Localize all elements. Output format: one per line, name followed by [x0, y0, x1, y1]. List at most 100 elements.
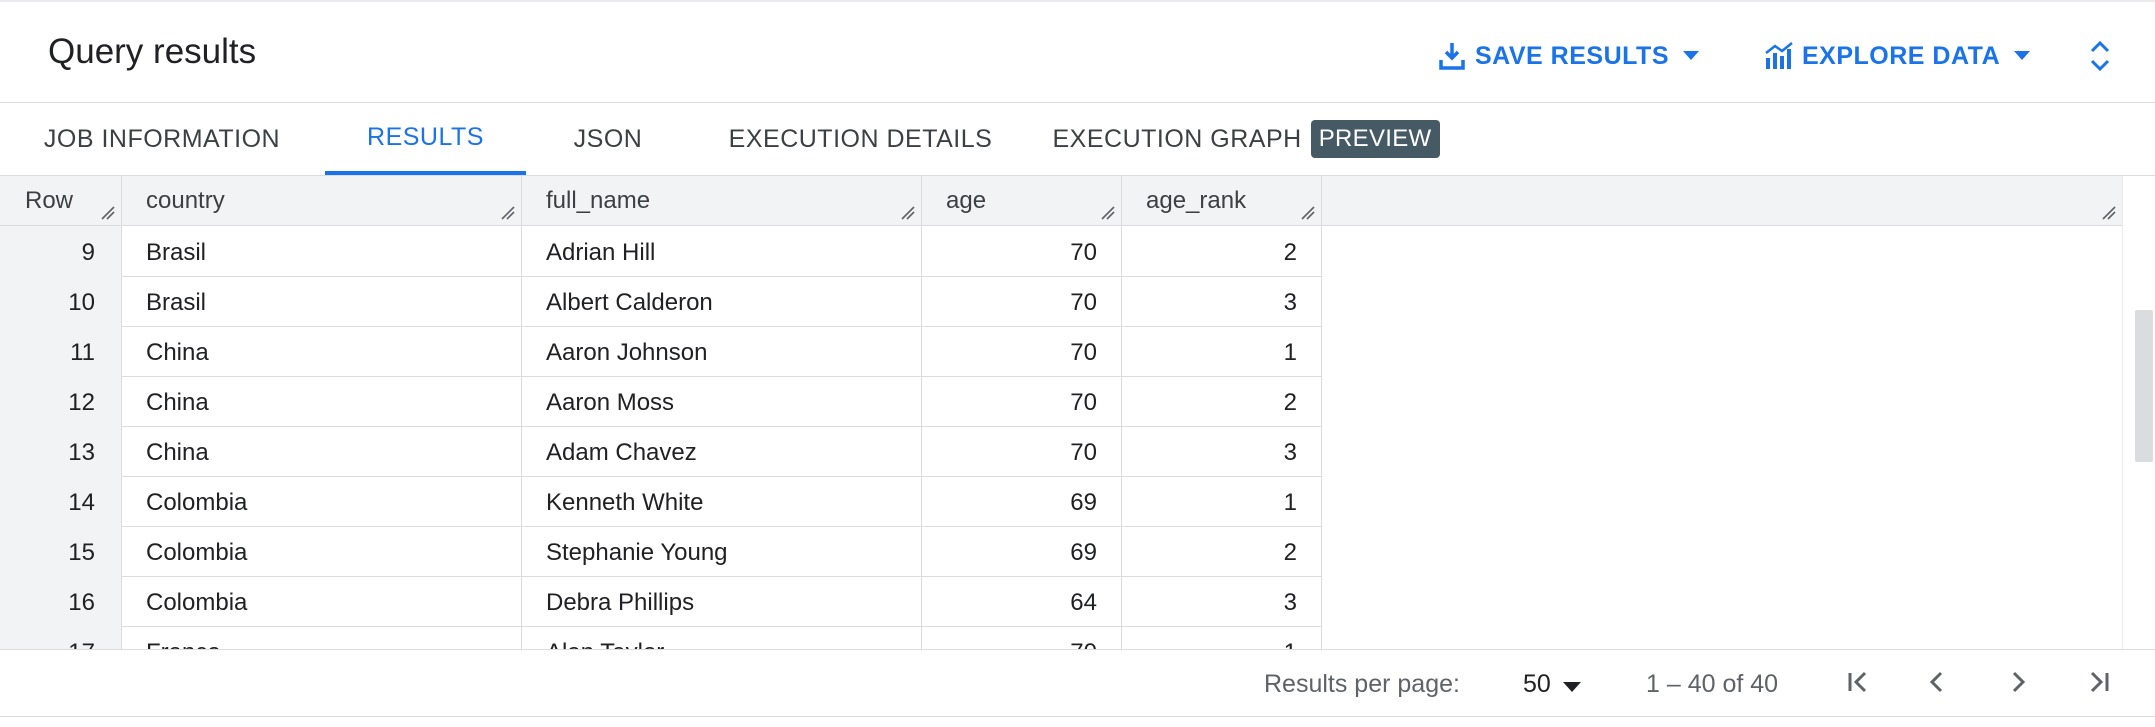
table-row[interactable]: 13 China Adam Chavez 70 3 [0, 426, 1322, 477]
country-cell[interactable]: Colombia [122, 476, 522, 526]
row-number-cell[interactable]: 13 [0, 426, 122, 476]
caret-down-icon [1683, 51, 1699, 61]
tab-job-information[interactable]: JOB INFORMATION [0, 103, 324, 175]
country-cell[interactable]: China [122, 326, 522, 376]
table-row[interactable]: 11 China Aaron Johnson 70 1 [0, 326, 1322, 377]
row-number-cell[interactable]: 9 [0, 226, 122, 276]
preview-badge: PREVIEW [1310, 120, 1440, 158]
country-cell[interactable]: Colombia [122, 576, 522, 626]
results-tabs: JOB INFORMATION RESULTS JSON EXECUTION D… [0, 103, 2155, 176]
column-header-row[interactable]: Row [0, 176, 122, 225]
age-rank-cell[interactable]: 2 [1122, 526, 1322, 576]
age-rank-cell[interactable]: 3 [1122, 276, 1322, 326]
row-number-cell[interactable]: 12 [0, 376, 122, 426]
country-cell[interactable]: Brasil [122, 226, 522, 276]
tab-label: RESULTS [367, 122, 484, 151]
age-cell[interactable]: 70 [922, 326, 1122, 376]
chevron-right-icon [2004, 668, 2032, 701]
table-row[interactable]: 9 Brasil Adrian Hill 70 2 [0, 226, 1322, 277]
age-rank-cell[interactable]: 2 [1122, 226, 1322, 276]
country-cell[interactable]: Colombia [122, 526, 522, 576]
country-cell[interactable]: China [122, 376, 522, 426]
explore-data-button[interactable]: EXPLORE DATA [1764, 36, 2031, 76]
tab-json[interactable]: JSON [526, 103, 690, 175]
tab-results[interactable]: RESULTS [325, 103, 526, 175]
expand-collapse-button[interactable] [2088, 36, 2112, 76]
age-rank-cell[interactable]: 3 [1122, 576, 1322, 626]
full-name-cell[interactable]: Kenneth White [522, 476, 922, 526]
row-number-cell[interactable]: 16 [0, 576, 122, 626]
first-page-icon [1844, 668, 1872, 701]
full-name-cell[interactable]: Aaron Johnson [522, 326, 922, 376]
explore-data-label: EXPLORE DATA [1802, 41, 2001, 70]
column-header-age[interactable]: age [922, 176, 1122, 225]
age-cell[interactable]: 69 [922, 476, 1122, 526]
table-row[interactable]: 12 China Aaron Moss 70 2 [0, 376, 1322, 427]
full-name-cell[interactable]: Alan Taylor [522, 626, 922, 649]
full-name-cell[interactable]: Debra Phillips [522, 576, 922, 626]
full-name-cell[interactable]: Adam Chavez [522, 426, 922, 476]
age-cell[interactable]: 69 [922, 526, 1122, 576]
column-label: Row [25, 187, 74, 214]
row-number-cell[interactable]: 14 [0, 476, 122, 526]
age-cell[interactable]: 70 [922, 626, 1122, 649]
table-row[interactable]: 14 Colombia Kenneth White 69 1 [0, 476, 1322, 527]
full-name-cell[interactable]: Adrian Hill [522, 226, 922, 276]
table-row[interactable]: 15 Colombia Stephanie Young 69 2 [0, 526, 1322, 577]
age-rank-cell[interactable]: 1 [1122, 626, 1322, 649]
tab-execution-details[interactable]: EXECUTION DETAILS [690, 103, 1031, 175]
age-rank-cell[interactable]: 1 [1122, 476, 1322, 526]
full-name-cell[interactable]: Stephanie Young [522, 526, 922, 576]
caret-down-icon [1562, 670, 1581, 699]
tab-execution-graph[interactable]: EXECUTION GRAPH PREVIEW [1031, 103, 1461, 175]
country-cell[interactable]: China [122, 426, 522, 476]
age-rank-cell[interactable]: 3 [1122, 426, 1322, 476]
age-rank-cell[interactable]: 2 [1122, 376, 1322, 426]
row-number-cell[interactable]: 15 [0, 526, 122, 576]
results-per-page-select[interactable]: 50 [1523, 670, 1581, 699]
results-table: Row country full_name age age_rank 9 Bra… [0, 176, 2122, 649]
save-results-button[interactable]: SAVE RESULTS [1438, 36, 1699, 76]
expand-collapse-icon [2088, 39, 2112, 73]
first-page-button[interactable] [1838, 664, 1878, 704]
table-row[interactable]: 17FranceAlan Taylor701 [0, 626, 1322, 649]
pagination-range: 1 – 40 of 40 [1646, 670, 1779, 698]
age-cell[interactable]: 70 [922, 376, 1122, 426]
age-cell[interactable]: 70 [922, 426, 1122, 476]
scrollbar-thumb[interactable] [2135, 310, 2153, 462]
resize-handle-icon[interactable] [1301, 206, 1315, 220]
last-page-button[interactable] [2079, 664, 2119, 704]
row-number-cell[interactable]: 11 [0, 326, 122, 376]
country-cell[interactable]: France [122, 626, 522, 649]
age-cell[interactable]: 70 [922, 276, 1122, 326]
resize-handle-icon[interactable] [901, 206, 915, 220]
save-results-label: SAVE RESULTS [1475, 41, 1669, 70]
full-name-cell[interactable]: Aaron Moss [522, 376, 922, 426]
column-header-age-rank[interactable]: age_rank [1122, 176, 1322, 225]
age-rank-cell[interactable]: 1 [1122, 326, 1322, 376]
resize-handle-icon[interactable] [101, 206, 115, 220]
age-cell[interactable]: 64 [922, 576, 1122, 626]
row-number-cell[interactable]: 17 [0, 626, 122, 649]
country-cell[interactable]: Brasil [122, 276, 522, 326]
full-name-cell[interactable]: Albert Calderon [522, 276, 922, 326]
column-header-full-name[interactable]: full_name [522, 176, 922, 225]
resize-handle-icon[interactable] [501, 206, 515, 220]
query-results-panel: Query results SAVE RESULTS EXPLORE DATA [0, 0, 2155, 727]
chart-icon [1764, 42, 1794, 70]
age-cell[interactable]: 70 [922, 226, 1122, 276]
results-header: Query results SAVE RESULTS EXPLORE DATA [0, 4, 2155, 103]
tab-label: EXECUTION DETAILS [728, 124, 993, 153]
column-header-country[interactable]: country [122, 176, 522, 225]
table-row[interactable]: 10 Brasil Albert Calderon 70 3 [0, 276, 1322, 327]
row-number-cell[interactable]: 10 [0, 276, 122, 326]
table-row[interactable]: 16 Colombia Debra Phillips 64 3 [0, 576, 1322, 627]
resize-handle-icon[interactable] [1101, 206, 1115, 220]
last-page-icon [2085, 668, 2113, 701]
next-page-button[interactable] [1998, 664, 2038, 704]
vertical-scrollbar[interactable] [2122, 176, 2155, 649]
column-label: full_name [546, 187, 651, 214]
download-icon [1438, 41, 1466, 71]
previous-page-button[interactable] [1917, 664, 1957, 704]
resize-handle-icon[interactable] [2102, 206, 2116, 220]
